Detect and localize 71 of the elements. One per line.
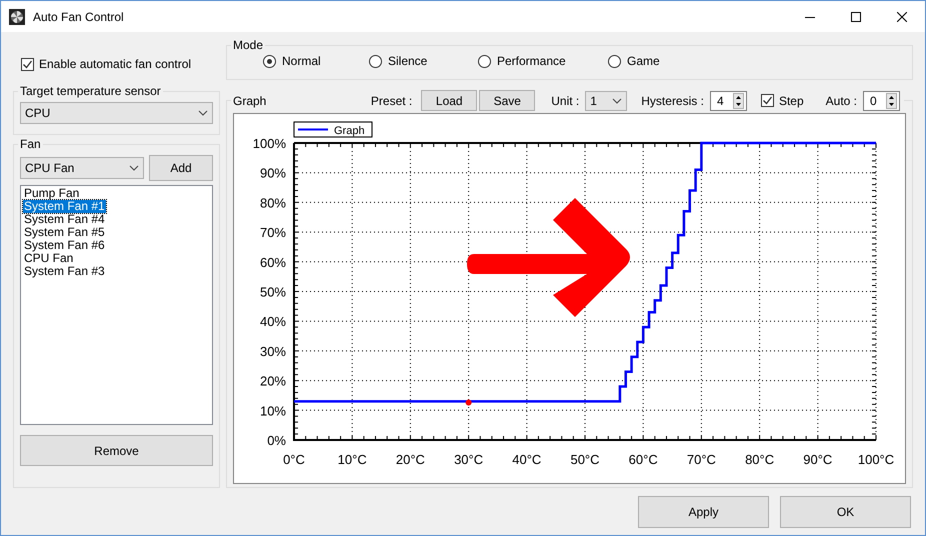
spin-arrows-icon <box>732 92 744 108</box>
radio-label: Silence <box>388 54 428 68</box>
y-tick-label: 70% <box>260 225 286 240</box>
radio-label: Performance <box>497 54 566 68</box>
x-tick-label: 50°C <box>570 452 600 467</box>
group-title: Graph <box>233 94 266 108</box>
remove-button[interactable]: Remove <box>20 435 213 466</box>
preset-label: Preset : <box>370 94 412 108</box>
add-button[interactable]: Add <box>149 155 213 181</box>
list-item[interactable]: System Fan #4 <box>23 213 106 226</box>
group-title: Fan <box>19 137 42 151</box>
sensor-dropdown[interactable]: CPU <box>20 102 213 124</box>
hysteresis-label: Hysteresis : <box>641 94 704 108</box>
step-checkbox[interactable] <box>760 94 774 107</box>
list-item[interactable]: System Fan #6 <box>23 239 106 252</box>
caret-icon <box>129 165 139 171</box>
spin-arrows-icon <box>886 92 897 108</box>
x-tick-label: 70°C <box>686 452 716 467</box>
x-tick-label: 30°C <box>454 452 484 467</box>
caret-icon <box>612 98 622 104</box>
y-tick-label: 40% <box>260 314 286 330</box>
list-item[interactable]: System Fan #1 <box>23 200 106 213</box>
group-title: Target temperature sensor <box>19 84 162 98</box>
group-title: Mode <box>232 38 264 52</box>
close-icon <box>897 12 907 22</box>
unit-label: Unit : <box>551 94 580 108</box>
y-tick-label: 20% <box>260 374 286 389</box>
dialog-button[interactable]: Apply <box>638 496 769 528</box>
y-tick-label: 50% <box>260 284 286 300</box>
fan-icon <box>9 8 25 24</box>
x-tick-label: 60°C <box>628 452 658 467</box>
save-button[interactable]: Save <box>479 90 536 111</box>
y-tick-label: 100% <box>252 136 286 151</box>
x-tick-label: 80°C <box>745 452 774 467</box>
radio-button[interactable] <box>608 54 621 68</box>
hysteresis-spinbox[interactable]: 4 <box>710 90 747 110</box>
auto-spinbox[interactable]: 0 <box>863 90 900 110</box>
x-tick-label: 40°C <box>512 452 542 467</box>
y-tick-label: 90% <box>260 166 286 181</box>
maximize-icon <box>851 12 861 22</box>
radio-button[interactable] <box>369 54 382 68</box>
radio-label: Normal <box>282 54 321 68</box>
x-tick-label: 10°C <box>338 452 367 467</box>
radio-button[interactable] <box>478 54 491 68</box>
y-tick-label: 30% <box>260 344 286 359</box>
enable-checkbox[interactable] <box>21 58 34 70</box>
list-item[interactable]: System Fan #5 <box>23 226 106 239</box>
checkbox-label: Step <box>778 94 804 108</box>
caret-icon <box>198 110 208 116</box>
chart-legend: Graph <box>294 122 372 138</box>
list-item[interactable]: System Fan #3 <box>23 265 106 278</box>
list-item[interactable]: Pump Fan <box>23 187 80 200</box>
checkbox-label: Enable automatic fan control <box>39 57 192 71</box>
legend-label: Graph <box>334 125 365 137</box>
x-tick-label: 90°C <box>803 452 832 467</box>
radio-button[interactable] <box>263 54 276 68</box>
fan-dropdown[interactable]: CPU Fan <box>20 157 144 179</box>
y-tick-label: 60% <box>260 254 286 270</box>
auto-label: Auto : <box>826 94 857 108</box>
window-title: Auto Fan Control <box>33 10 125 24</box>
x-tick-label: 20°C <box>396 452 425 467</box>
x-tick-label: 100°C <box>858 452 894 467</box>
unit-dropdown[interactable]: 1 <box>585 90 628 110</box>
y-tick-label: 0% <box>267 433 286 448</box>
y-tick-label: 80% <box>260 195 286 210</box>
y-tick-label: 10% <box>260 403 286 418</box>
x-tick-label: 0°C <box>283 452 305 467</box>
dialog-button[interactable]: OK <box>780 496 911 528</box>
list-item[interactable]: CPU Fan <box>23 252 74 265</box>
radio-label: Game <box>627 54 660 68</box>
load-button[interactable]: Load <box>421 90 478 111</box>
